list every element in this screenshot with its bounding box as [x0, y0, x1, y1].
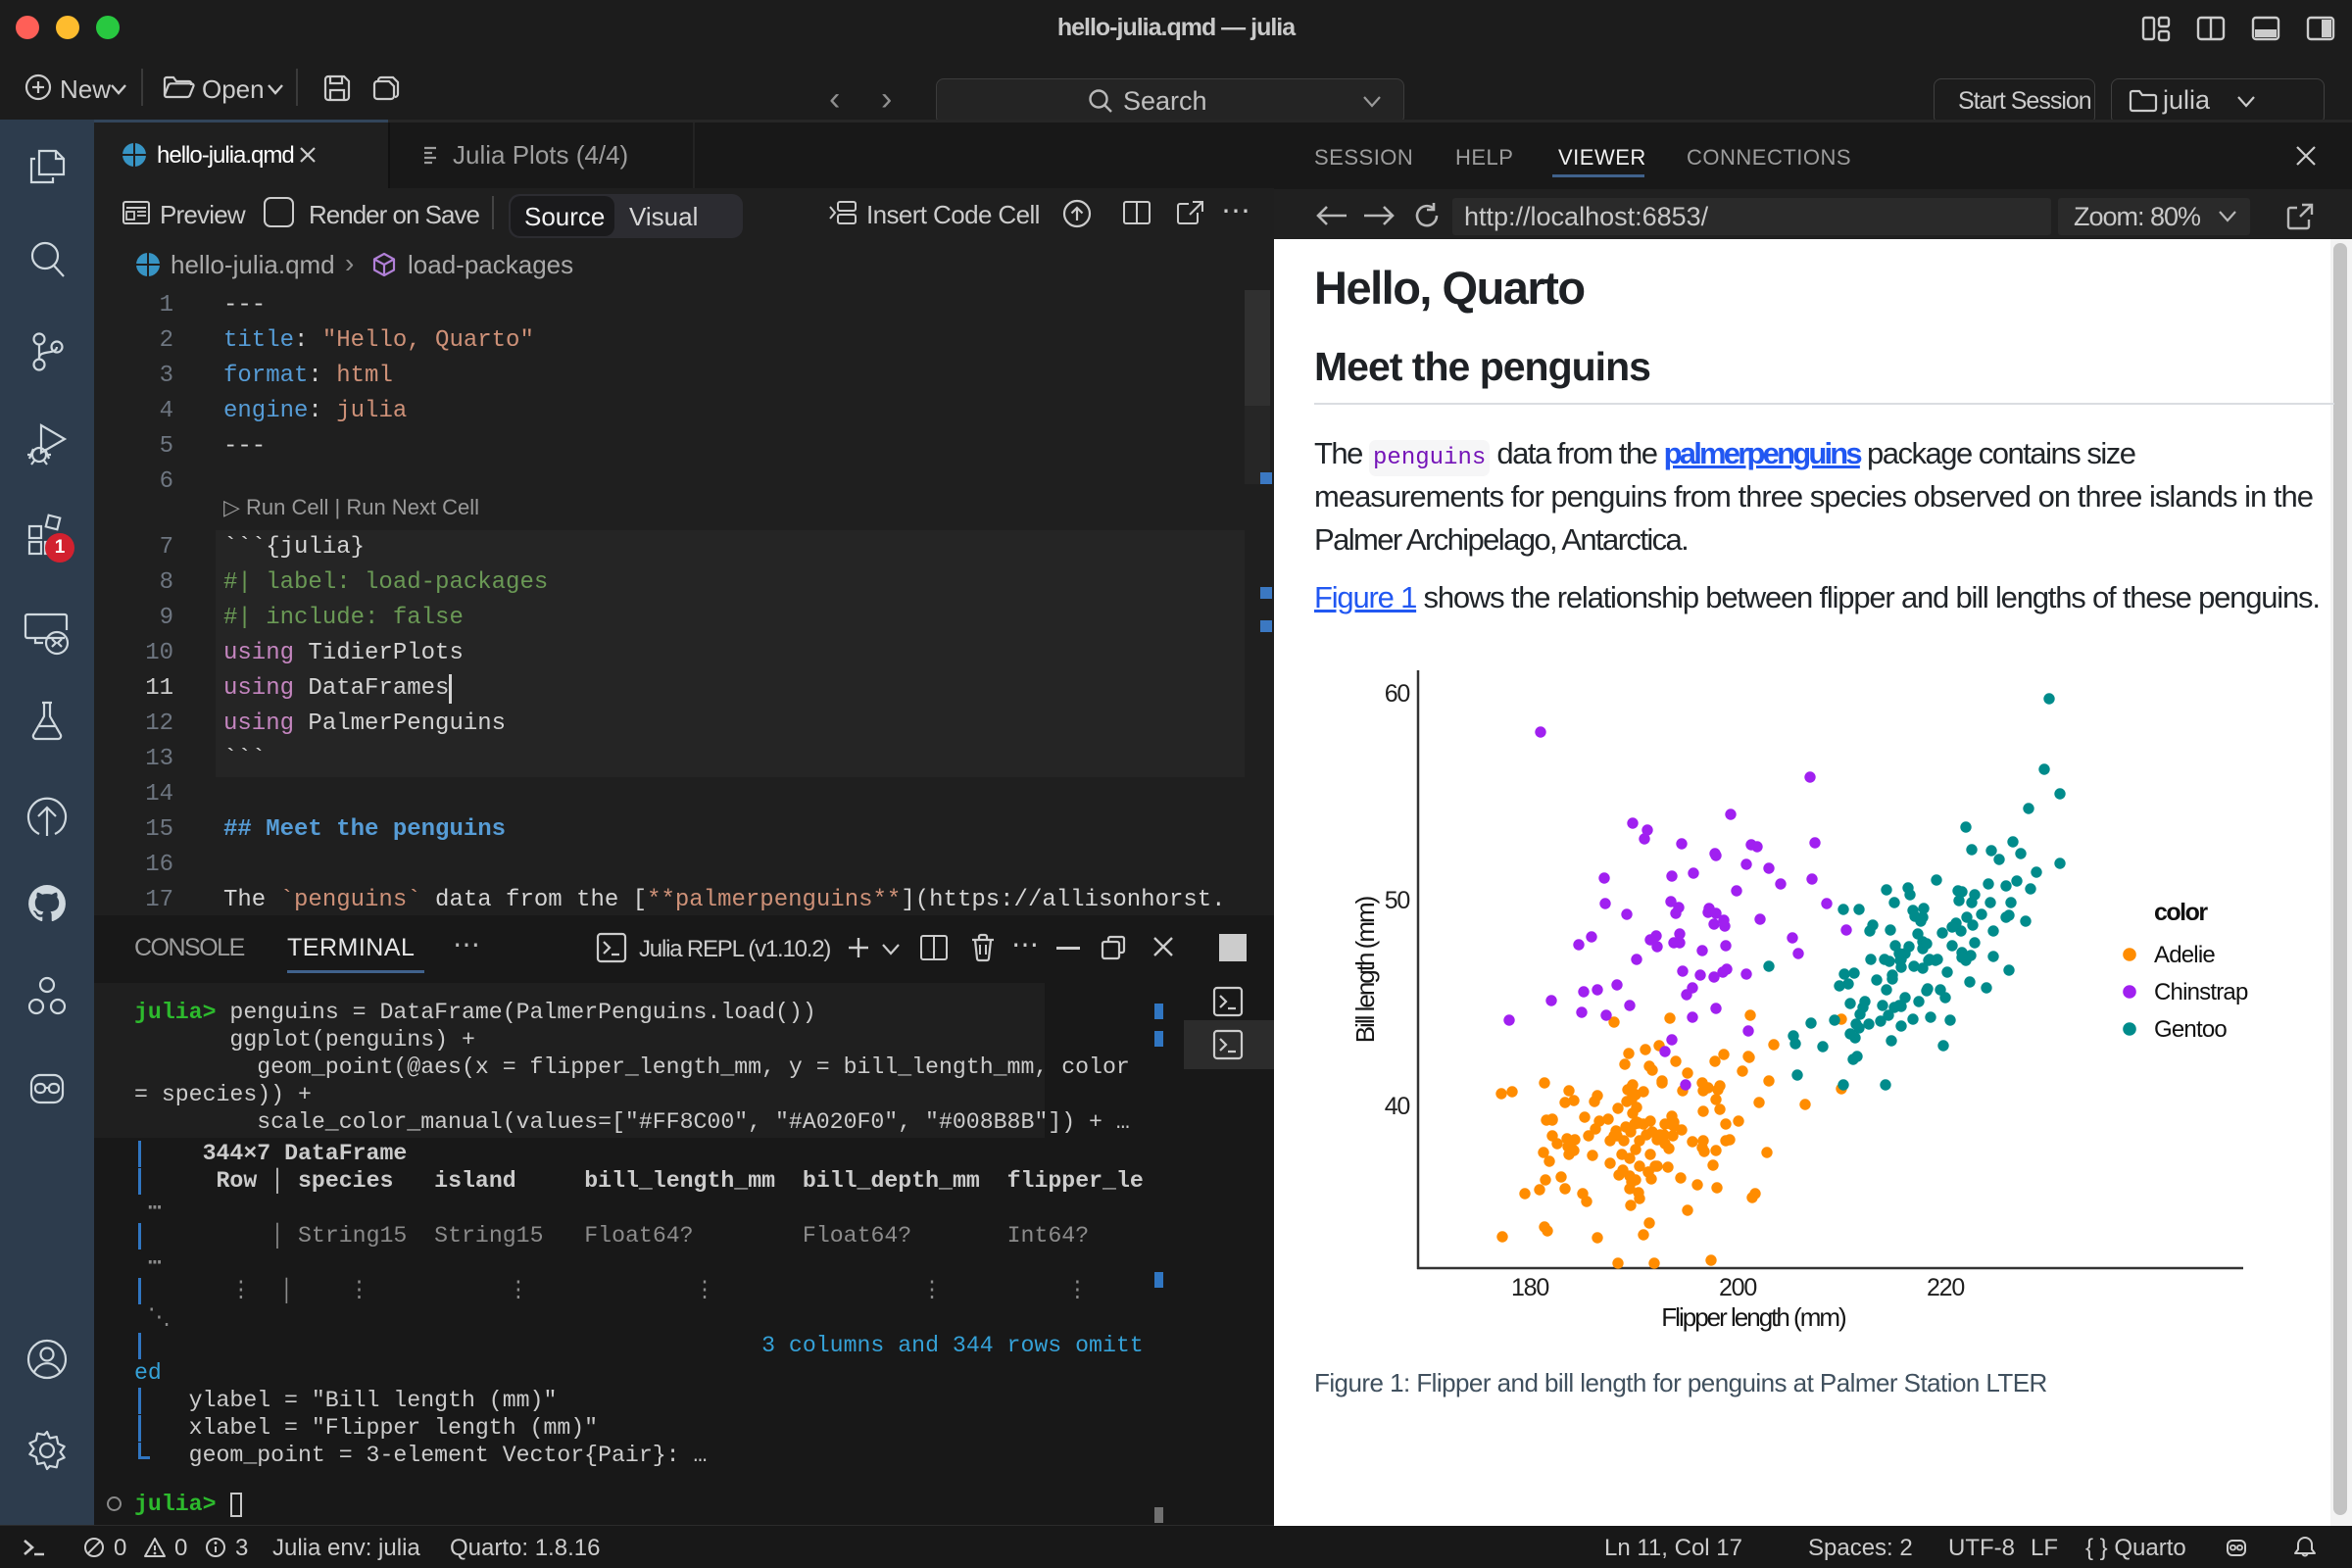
svg-text:50: 50 — [1385, 887, 1410, 914]
svg-text:Flipper length (mm): Flipper length (mm) — [1661, 1302, 1846, 1332]
svg-text:220: 220 — [1927, 1274, 1964, 1301]
svg-text:40: 40 — [1385, 1093, 1410, 1120]
svg-text:Gentoo: Gentoo — [2154, 1016, 2227, 1043]
svg-text:200: 200 — [1719, 1274, 1756, 1301]
svg-text:60: 60 — [1385, 680, 1410, 708]
svg-text:Adelie: Adelie — [2154, 942, 2215, 968]
svg-text:Bill length (mm): Bill length (mm) — [1350, 896, 1380, 1043]
svg-text:180: 180 — [1511, 1274, 1548, 1301]
svg-text:Chinstrap: Chinstrap — [2154, 979, 2248, 1005]
svg-text:color: color — [2154, 899, 2208, 926]
